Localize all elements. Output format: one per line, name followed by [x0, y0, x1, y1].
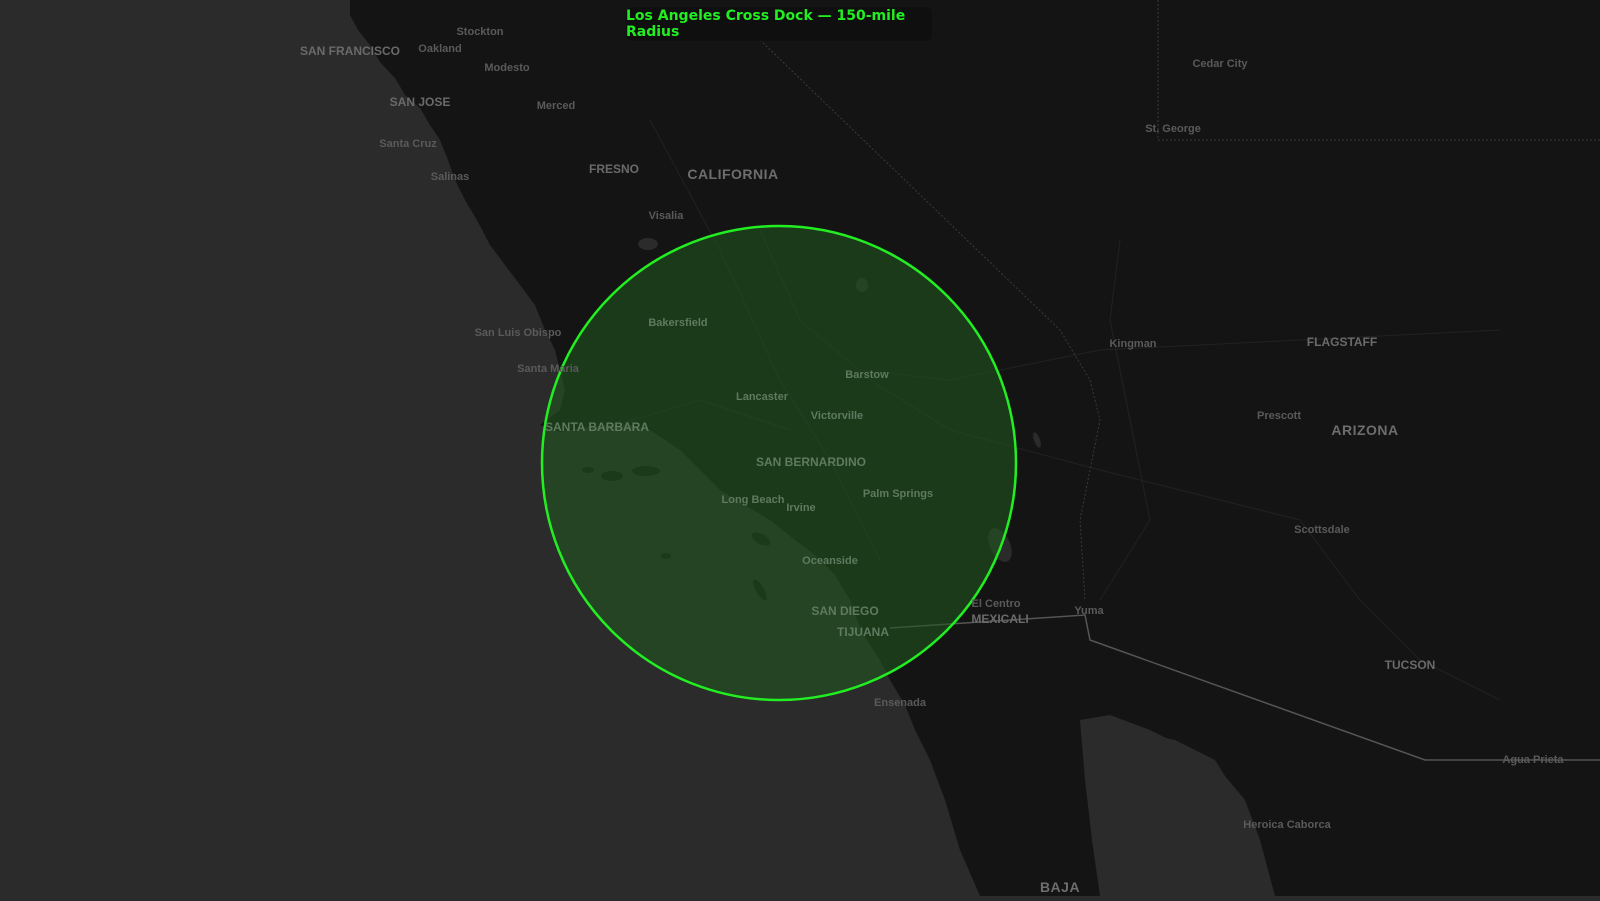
- map-title: Los Angeles Cross Dock — 150-mile Radius: [626, 7, 932, 41]
- basemap: CALIFORNIA ARIZONA BAJA SAN FRANCISCO Oa…: [0, 0, 1600, 896]
- city-label: SAN FRANCISCO: [300, 44, 400, 58]
- city-label: Victorville: [811, 410, 863, 422]
- city-label: Stockton: [456, 26, 503, 38]
- city-label: St. George: [1145, 123, 1201, 135]
- city-label: Prescott: [1257, 410, 1301, 422]
- city-label: FRESNO: [589, 162, 639, 176]
- region-label: CALIFORNIA: [687, 166, 778, 182]
- region-label: BAJA: [1040, 879, 1080, 895]
- city-label: San Luis Obispo: [475, 327, 562, 339]
- city-label: Bakersfield: [648, 317, 707, 329]
- city-label: Oakland: [418, 43, 461, 55]
- city-label: Santa Cruz: [379, 138, 437, 150]
- map-canvas[interactable]: CALIFORNIA ARIZONA BAJA SAN FRANCISCO Oa…: [0, 0, 1600, 896]
- city-label: Ensenada: [874, 697, 927, 709]
- city-label: SAN DIEGO: [811, 604, 878, 618]
- city-label: SAN JOSE: [390, 95, 451, 109]
- city-label: Lancaster: [736, 391, 789, 403]
- city-label: Scottsdale: [1294, 524, 1350, 536]
- city-label: TUCSON: [1385, 658, 1436, 672]
- region-label: ARIZONA: [1331, 422, 1398, 438]
- city-label: Yuma: [1074, 605, 1104, 617]
- city-label: Heroica Caborca: [1243, 819, 1331, 831]
- city-label: Palm Springs: [863, 488, 933, 500]
- city-label: Merced: [537, 100, 576, 112]
- city-label: Santa Maria: [517, 363, 580, 375]
- city-label: Long Beach: [722, 494, 785, 506]
- city-label: SAN BERNARDINO: [756, 455, 866, 469]
- city-label: Irvine: [786, 502, 815, 514]
- city-label: Kingman: [1109, 338, 1156, 350]
- city-label: Oceanside: [802, 555, 858, 567]
- city-label: MEXICALI: [971, 612, 1028, 626]
- city-label: FLAGSTAFF: [1307, 335, 1377, 349]
- city-label: Barstow: [845, 369, 889, 381]
- city-label: Agua Prieta: [1502, 754, 1564, 766]
- city-label: Salinas: [431, 171, 470, 183]
- city-label: TIJUANA: [837, 625, 889, 639]
- city-label: Cedar City: [1192, 58, 1248, 70]
- city-label: SANTA BARBARA: [545, 420, 649, 434]
- city-label: Modesto: [484, 62, 530, 74]
- city-label: El Centro: [972, 598, 1021, 610]
- city-label: Visalia: [649, 210, 685, 222]
